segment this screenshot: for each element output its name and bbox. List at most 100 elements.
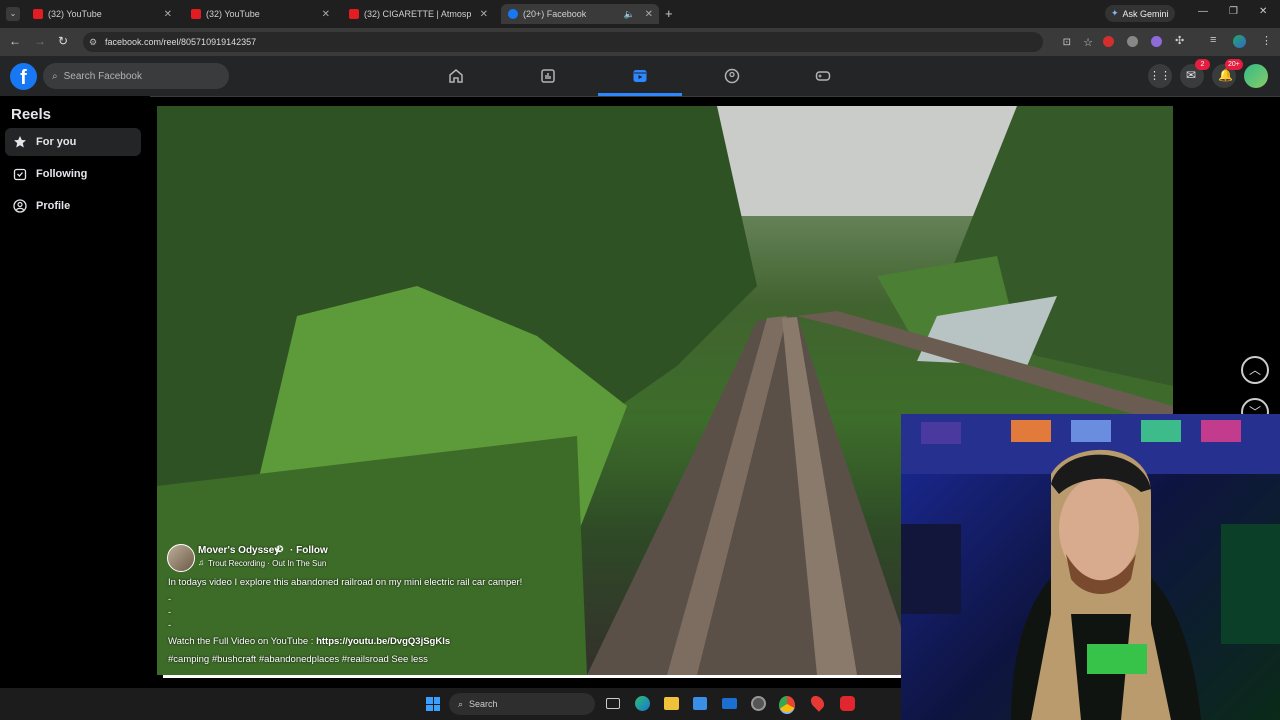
new-tab-button[interactable]: + (665, 6, 673, 21)
notifications-button[interactable]: 🔔 20+ (1212, 59, 1243, 88)
bell-icon: 🔔 (1218, 68, 1233, 82)
browser-tab[interactable]: (32) CIGARETTE | Atmospheric ✕ (342, 4, 494, 24)
maps-pin-icon[interactable] (808, 693, 827, 712)
messenger-button[interactable]: ✉ 2 (1180, 59, 1210, 88)
watch-prefix: Watch the Full Video on YouTube : (168, 636, 317, 647)
video-progress-bar[interactable] (163, 675, 901, 678)
previous-reel-button[interactable]: ︿ (1241, 356, 1269, 384)
reload-icon[interactable]: ↻ (58, 34, 68, 48)
browser-tab-active[interactable]: (20+) Facebook 🔈 ✕ (501, 4, 659, 24)
close-tab-icon[interactable]: ✕ (164, 9, 172, 20)
reel-caption: In todays video I explore this abandoned… (168, 577, 523, 588)
install-icon[interactable]: ⊡ (1063, 37, 1071, 48)
close-tab-icon[interactable]: ✕ (480, 9, 488, 20)
reel-music[interactable]: Trout Recording · Out In The Sun (208, 559, 326, 568)
caption-dash: - (168, 620, 172, 631)
file-explorer-icon[interactable] (664, 697, 679, 710)
ask-gemini-label: Ask Gemini (1122, 8, 1169, 19)
extension-icon[interactable] (1127, 36, 1138, 47)
restore-icon[interactable]: ❐ (1229, 6, 1238, 17)
facebook-icon (508, 9, 518, 19)
mail-icon[interactable] (722, 698, 737, 709)
windows-taskbar: ⌕ Search (0, 688, 901, 720)
nav-home-icon[interactable] (448, 68, 464, 84)
facebook-top-nav: f ⌕ Search Facebook ⋮⋮ ✉ 2 🔔 20+ (0, 56, 1280, 97)
extension-icon[interactable] (1103, 36, 1114, 47)
following-icon (12, 166, 28, 182)
music-note-icon: ♫ (198, 558, 204, 567)
tab-title: (32) YouTube (48, 9, 102, 19)
nav-gaming-icon[interactable] (815, 68, 831, 84)
taskbar-search-label: Search (469, 699, 498, 709)
close-tab-icon[interactable]: ✕ (645, 9, 653, 20)
facebook-logo[interactable]: f (10, 63, 37, 90)
menu-grid-button[interactable]: ⋮⋮ (1148, 64, 1172, 88)
search-placeholder: Search Facebook (63, 70, 142, 82)
reel-author-avatar[interactable] (167, 544, 195, 572)
media-control-icon[interactable]: ≡ (1210, 34, 1216, 46)
bookmark-star-icon[interactable]: ☆ (1083, 36, 1093, 49)
webcam-person-image (901, 414, 1280, 720)
tab-title: (32) CIGARETTE | Atmospheric (364, 9, 472, 19)
youtube-icon (33, 9, 43, 19)
tab-list-dropdown[interactable]: ⌄ (6, 7, 20, 21)
sidebar-item-label: Following (36, 168, 88, 180)
youtube-link[interactable]: https://youtu.be/DvgQ3jSgKls (316, 636, 450, 647)
chevron-up-icon: ︿ (1248, 363, 1261, 377)
browser-tab[interactable]: (32) YouTube ✕ (26, 4, 178, 24)
sidebar-item-label: Profile (36, 200, 71, 212)
sidebar-title: Reels (11, 106, 52, 123)
taskbar-search-box[interactable]: ⌕ Search (449, 693, 595, 715)
tab-title: (32) YouTube (206, 9, 260, 19)
youtube-icon (349, 9, 359, 19)
app-icon[interactable] (751, 696, 766, 711)
extension-icon[interactable] (1151, 36, 1162, 47)
caption-dash: - (168, 607, 172, 618)
store-icon[interactable] (693, 697, 707, 710)
address-bar-row: ← → ↻ ⚙ facebook.com/reel/80571091914235… (0, 28, 1280, 56)
task-view-icon[interactable] (606, 698, 620, 709)
close-window-icon[interactable]: ✕ (1259, 6, 1267, 17)
search-icon: ⌕ (52, 70, 58, 82)
notifications-badge: 20+ (1225, 59, 1243, 70)
sidebar-item-for-you[interactable]: For you (5, 128, 141, 156)
edge-icon[interactable] (635, 696, 650, 711)
follow-link[interactable]: · Follow (290, 545, 328, 556)
gemini-icon: ✦ (1111, 8, 1119, 18)
sidebar-item-following[interactable]: Following (5, 160, 141, 188)
nav-reels-active-indicator (598, 93, 682, 96)
nav-dashboard-icon[interactable] (540, 68, 556, 84)
account-avatar[interactable] (1244, 64, 1268, 88)
site-info-icon[interactable]: ⚙ (89, 37, 97, 48)
search-facebook-input[interactable]: ⌕ Search Facebook (43, 63, 229, 89)
browser-tab[interactable]: (32) YouTube ✕ (184, 4, 336, 24)
nav-groups-icon[interactable] (724, 68, 740, 84)
minimize-icon[interactable]: — (1198, 6, 1208, 17)
extensions-puzzle-icon[interactable]: ✣ (1175, 34, 1184, 47)
verified-icon: ✪ (276, 544, 284, 554)
reel-author-name[interactable]: Mover's Odyssey (198, 545, 280, 556)
tab-title: (20+) Facebook (523, 9, 587, 19)
youtube-icon (191, 9, 201, 19)
browser-menu-icon[interactable]: ⋮ (1261, 34, 1272, 47)
profile-avatar-icon[interactable] (1233, 35, 1246, 48)
opera-icon[interactable] (840, 696, 855, 711)
speaker-icon[interactable]: 🔈 (624, 9, 635, 20)
see-less-link[interactable]: See less (391, 654, 427, 665)
back-icon[interactable]: ← (9, 34, 21, 48)
chrome-icon[interactable] (779, 696, 795, 714)
messenger-icon: ✉ (1186, 68, 1197, 82)
ask-gemini-button[interactable]: ✦ Ask Gemini (1105, 5, 1175, 22)
streamer-webcam-overlay (901, 414, 1280, 720)
windows-start-icon[interactable] (426, 697, 440, 711)
caption-dash: - (168, 594, 172, 605)
sidebar-item-profile[interactable]: Profile (5, 192, 141, 220)
search-icon: ⌕ (458, 698, 464, 709)
close-tab-icon[interactable]: ✕ (322, 9, 330, 20)
hashtags[interactable]: #camping #bushcraft #abandonedplaces #re… (168, 654, 389, 665)
messenger-badge: 2 (1195, 59, 1210, 70)
forward-icon[interactable]: → (34, 34, 46, 48)
hashtags-line: #camping #bushcraft #abandonedplaces #re… (168, 654, 428, 665)
url-field[interactable]: ⚙ facebook.com/reel/805710919142357 ⊡ ☆ (83, 32, 1093, 52)
nav-reels-icon[interactable] (632, 68, 648, 84)
